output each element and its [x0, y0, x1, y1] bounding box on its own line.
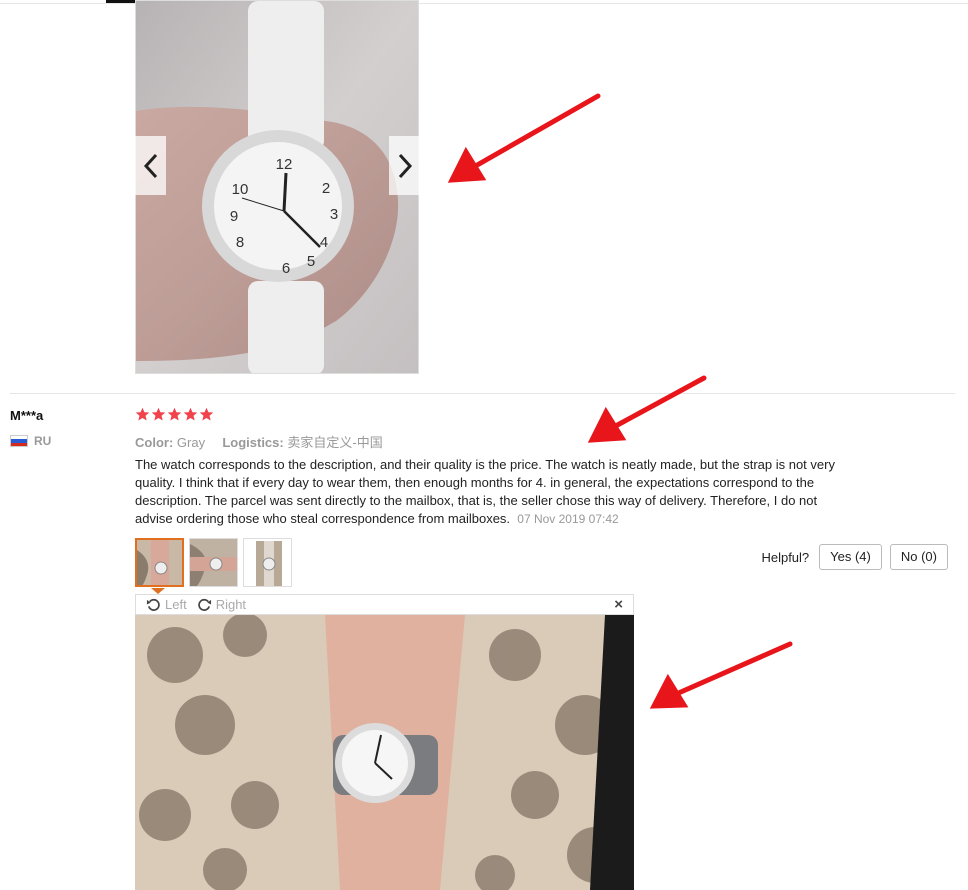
- expanded-review-photo: [135, 615, 634, 890]
- review-thumbnail[interactable]: [135, 538, 184, 587]
- star-icon: [167, 407, 182, 421]
- watch-on-wrist-image: [135, 615, 634, 890]
- rotate-right-label: Right: [215, 597, 247, 612]
- review-body: The watch corresponds to the description…: [135, 456, 855, 528]
- red-arrow-head-icon: [447, 146, 487, 183]
- helpful-no-button[interactable]: No (0): [889, 544, 948, 570]
- svg-text:5: 5: [307, 253, 315, 270]
- svg-text:4: 4: [320, 234, 328, 251]
- rotate-left-label: Left: [165, 597, 187, 612]
- close-viewer-button[interactable]: ×: [614, 596, 623, 613]
- photo-prev-button[interactable]: [135, 136, 166, 195]
- review-photo-large: 12 2 3 456 8 9 10: [135, 0, 419, 374]
- reviewer-country: RU: [10, 434, 51, 448]
- logistics-label: Logistics:: [222, 435, 284, 450]
- photo-next-button[interactable]: [389, 136, 420, 195]
- watch-in-hand-image: 12 23 456 8 9 10: [136, 1, 418, 373]
- thumbnail-image: [244, 539, 291, 586]
- country-code: RU: [34, 434, 52, 448]
- red-arrow-head-icon: [649, 673, 689, 709]
- color-value: Gray: [176, 435, 206, 450]
- helpful-label: Helpful?: [761, 549, 810, 565]
- review-thumbnail[interactable]: [189, 538, 238, 587]
- reviewer-name: M***a: [10, 408, 44, 423]
- rotate-left-button[interactable]: Left: [146, 597, 187, 612]
- svg-text:8: 8: [236, 234, 244, 251]
- rotate-right-icon: [197, 599, 211, 611]
- svg-text:6: 6: [282, 260, 290, 277]
- thumbnail-image: [137, 540, 182, 585]
- red-arrow-icon: [609, 375, 707, 431]
- review-date: 07 Nov 2019 07:42: [517, 512, 619, 526]
- thumbnail-image: [190, 539, 237, 586]
- rating-stars: [135, 407, 214, 422]
- svg-text:3: 3: [330, 206, 338, 223]
- review-attributes: Color: Gray Logistics: 卖家自定义-中国: [135, 432, 383, 451]
- red-arrow-icon: [671, 641, 793, 698]
- review-divider: [10, 393, 955, 394]
- star-icon: [199, 407, 214, 421]
- star-icon: [151, 407, 166, 421]
- chevron-right-icon: [398, 153, 412, 178]
- logistics-value: 卖家自定义-中国: [287, 435, 383, 450]
- svg-text:10: 10: [232, 181, 249, 198]
- rotate-right-button[interactable]: Right: [197, 597, 246, 612]
- red-arrow-icon: [469, 93, 601, 171]
- chevron-left-icon: [143, 153, 157, 178]
- helpful-yes-button[interactable]: Yes (4): [819, 544, 882, 570]
- image-viewer-toolbar: Left Right ×: [135, 594, 634, 615]
- review-thumbnails: [135, 538, 292, 587]
- red-arrow-head-icon: [587, 406, 627, 443]
- review-text: The watch corresponds to the description…: [135, 457, 835, 526]
- star-icon: [183, 407, 198, 421]
- svg-text:12: 12: [276, 156, 293, 173]
- color-label: Color:: [135, 435, 174, 450]
- russia-flag-icon: [10, 435, 28, 447]
- svg-text:9: 9: [230, 208, 238, 225]
- helpful-section: Helpful? Yes (4) No (0): [761, 544, 948, 570]
- svg-text:2: 2: [322, 180, 330, 197]
- star-icon: [135, 407, 150, 421]
- rotate-left-icon: [146, 599, 160, 611]
- review-thumbnail[interactable]: [243, 538, 292, 587]
